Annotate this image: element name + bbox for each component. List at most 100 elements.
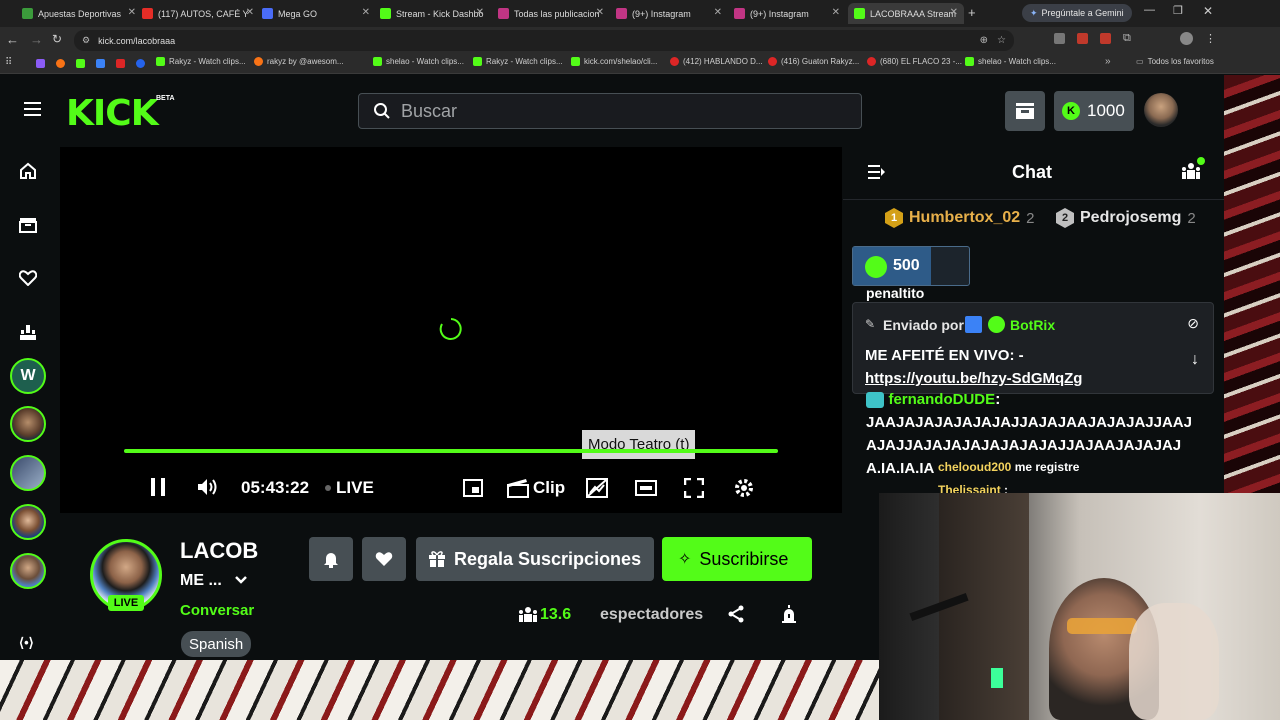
- collapse-chat-icon[interactable]: [868, 164, 886, 180]
- extension-icon[interactable]: [1077, 33, 1088, 44]
- stream-category[interactable]: Conversar: [180, 602, 254, 619]
- forward-icon[interactable]: →: [30, 32, 43, 47]
- tab-close-icon[interactable]: ✕: [128, 7, 136, 18]
- bookmark-icon-blue2[interactable]: [136, 59, 145, 68]
- pinned-message[interactable]: ✎ Enviado por BotRix ⊘ ME AFEITÉ EN VIVO…: [852, 302, 1214, 394]
- url-field[interactable]: ⚙ kick.com/lacobraaa ⊕ ☆: [74, 30, 1014, 51]
- arrow-down-icon[interactable]: ↓: [1191, 351, 1199, 369]
- minimize-button[interactable]: —: [1144, 4, 1155, 16]
- bookmarks-overflow-icon[interactable]: »: [1105, 56, 1111, 67]
- kick-logo[interactable]: KICK BETA: [66, 93, 175, 134]
- pinned-link[interactable]: https://youtu.be/hzy-SdGMqZg: [865, 370, 1082, 387]
- tab-close-icon[interactable]: ✕: [596, 7, 604, 18]
- bookmark-icon-red[interactable]: [116, 59, 125, 68]
- volume-icon[interactable]: [196, 477, 218, 497]
- fullscreen-icon[interactable]: [684, 478, 704, 498]
- tab-apuestas[interactable]: Apuestas Deportivas ✕: [22, 3, 142, 24]
- gemini-button[interactable]: ✦ Pregúntale a Gemini: [1022, 4, 1132, 22]
- tab-lacobraaa-active[interactable]: LACOBRAAA Stream ✕: [848, 3, 964, 24]
- reload-icon[interactable]: ↻: [52, 32, 62, 46]
- heart-icon[interactable]: [19, 270, 37, 286]
- hamburger-menu-icon[interactable]: [24, 102, 41, 116]
- clip-icon[interactable]: [507, 478, 529, 498]
- apps-grid-icon[interactable]: ⠿: [5, 57, 12, 68]
- followed-channel-avatar[interactable]: [10, 504, 46, 540]
- bookmark-item[interactable]: (412) HABLANDO D...: [670, 57, 763, 66]
- gift-subs-button[interactable]: Regala Suscripciones: [416, 537, 654, 581]
- user-avatar[interactable]: [1144, 93, 1178, 127]
- bookmark-item[interactable]: shelao - Watch clips...: [965, 57, 1056, 66]
- kicks-balance-button[interactable]: K 1000: [1054, 91, 1134, 131]
- chat-username[interactable]: fernandoDUDE: [888, 391, 995, 408]
- home-icon[interactable]: [19, 162, 37, 180]
- bookmark-item[interactable]: shelao - Watch clips...: [373, 57, 464, 66]
- star-icon[interactable]: ☆: [997, 35, 1006, 46]
- bookmark-icon-blue[interactable]: [96, 59, 105, 68]
- tab-autos-cafe[interactable]: (117) AUTOS, CAFÉ Y ✕: [142, 3, 260, 24]
- progress-bar[interactable]: [124, 449, 778, 453]
- followed-channel-avatar[interactable]: W: [10, 358, 46, 394]
- bookmark-icon-orange[interactable]: [56, 59, 65, 68]
- search-bar[interactable]: Buscar: [358, 93, 862, 129]
- follow-button[interactable]: [362, 537, 406, 581]
- bookmark-item[interactable]: Rakyz - Watch clips...: [156, 57, 246, 66]
- clip-label[interactable]: Clip: [533, 478, 565, 498]
- followed-channel-avatar[interactable]: [10, 553, 46, 589]
- new-tab-button[interactable]: +: [968, 5, 976, 20]
- following-icon[interactable]: [19, 323, 37, 341]
- maximize-button[interactable]: ❐: [1173, 4, 1183, 17]
- leaderboard-item[interactable]: 1 Humbertox_02 2: [885, 208, 1035, 228]
- channel-name[interactable]: LACOB: [180, 538, 258, 564]
- bookmark-item[interactable]: rakyz by @awesom...: [254, 57, 344, 66]
- bookmark-item[interactable]: (416) Guaton Rakyz...: [768, 57, 859, 66]
- quality-settings-icon[interactable]: [586, 478, 608, 498]
- bookmark-item[interactable]: (680) EL FLACO 23 -...: [867, 57, 962, 66]
- library-button[interactable]: [1005, 91, 1045, 131]
- profile-icon[interactable]: [1180, 32, 1193, 45]
- browse-icon[interactable]: [19, 217, 37, 233]
- extensions-puzzle-icon[interactable]: ⧉: [1123, 32, 1131, 45]
- pinned-user[interactable]: BotRix: [1010, 317, 1055, 333]
- followed-channel-avatar[interactable]: [10, 455, 46, 491]
- tab-close-icon[interactable]: ✕: [362, 7, 370, 18]
- tab-close-icon[interactable]: ✕: [476, 7, 484, 18]
- bookmark-icon-purple[interactable]: [36, 59, 45, 68]
- extension-icon[interactable]: [1054, 33, 1065, 44]
- leaderboard-item[interactable]: 2 Pedrojosemg 2: [1056, 208, 1196, 228]
- theater-mode-icon[interactable]: [635, 480, 657, 496]
- back-icon[interactable]: ←: [6, 32, 19, 47]
- followed-channel-avatar[interactable]: [10, 406, 46, 442]
- miniplayer-icon[interactable]: [463, 479, 483, 497]
- all-bookmarks-folder[interactable]: ▭ Todos los favoritos: [1136, 57, 1214, 66]
- close-window-button[interactable]: ✕: [1203, 4, 1213, 18]
- report-icon[interactable]: [780, 605, 798, 623]
- tab-close-icon[interactable]: ✕: [950, 7, 958, 18]
- bookmark-item[interactable]: kick.com/shelao/cli...: [571, 57, 657, 66]
- extension-icon[interactable]: [1100, 33, 1111, 44]
- hide-eye-icon[interactable]: ⊘: [1187, 315, 1199, 332]
- zoom-icon[interactable]: ⊕: [980, 35, 988, 46]
- chevron-down-icon[interactable]: [234, 575, 248, 585]
- tab-close-icon[interactable]: ✕: [714, 7, 722, 18]
- tab-close-icon[interactable]: ✕: [832, 7, 840, 18]
- site-info-icon[interactable]: ⚙: [82, 35, 90, 46]
- menu-dots-icon[interactable]: ⋮: [1205, 32, 1216, 45]
- tab-publicaciones[interactable]: Todas las publicacion ✕: [498, 3, 610, 24]
- notifications-button[interactable]: [309, 537, 353, 581]
- tab-instagram-2[interactable]: (9+) Instagram ✕: [734, 3, 846, 24]
- live-label[interactable]: LIVE: [336, 478, 374, 498]
- tab-kick-dashboard[interactable]: Stream - Kick Dashbo ✕: [380, 3, 490, 24]
- pause-button[interactable]: [151, 478, 165, 496]
- video-player[interactable]: Modo Teatro (t) 05:43:22 LIVE Clip: [60, 147, 842, 513]
- expand-sidebar-icon[interactable]: ⟨•⟩: [19, 635, 34, 651]
- tab-instagram-1[interactable]: (9+) Instagram ✕: [616, 3, 728, 24]
- tab-mega-go[interactable]: Mega GO ✕: [262, 3, 376, 24]
- bookmark-item[interactable]: Rakyz - Watch clips...: [473, 57, 563, 66]
- chat-users-icon[interactable]: [1181, 162, 1201, 180]
- settings-gear-icon[interactable]: [733, 477, 755, 499]
- subscribe-button[interactable]: ✧ Suscribirse: [662, 537, 812, 581]
- tab-close-icon[interactable]: ✕: [246, 7, 254, 18]
- gift-sub-card[interactable]: 500: [852, 246, 970, 286]
- language-tag[interactable]: Spanish: [181, 631, 252, 657]
- bookmark-icon-kick[interactable]: [76, 59, 85, 68]
